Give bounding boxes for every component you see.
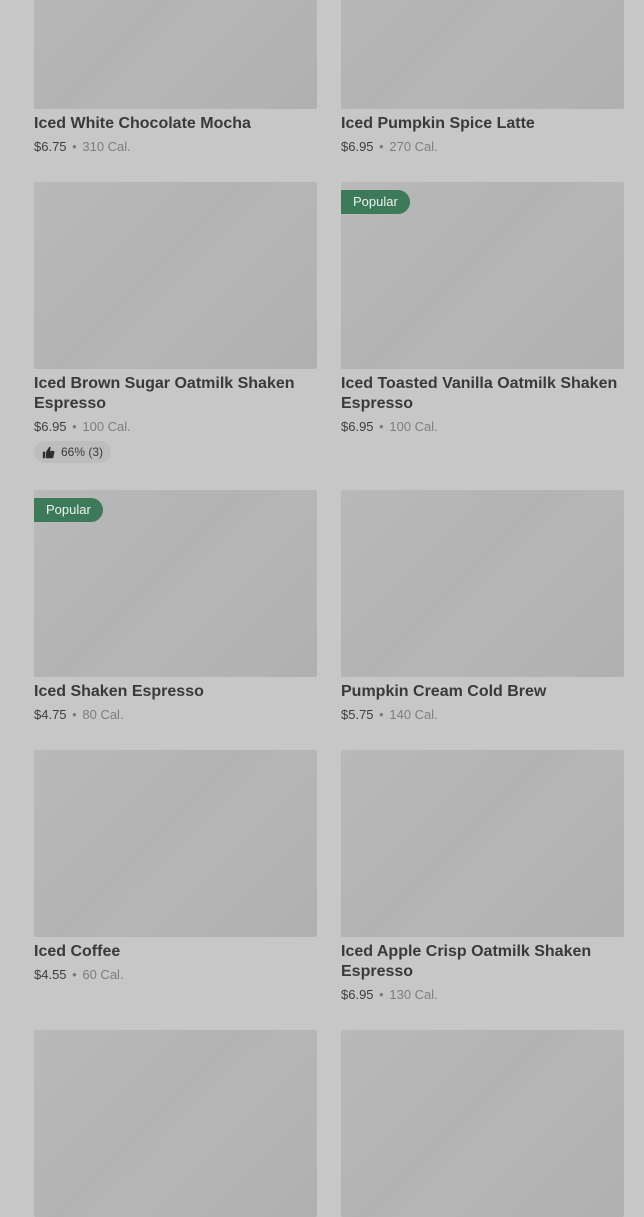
product-meta: $6.95 • 270 Cal.	[341, 138, 624, 155]
product-card[interactable]: Iced Apple Crisp Oatmilk Shaken Espresso…	[341, 750, 624, 1003]
product-price: $4.55	[34, 967, 67, 982]
separator-dot: •	[72, 419, 77, 434]
product-calories: 270 Cal.	[389, 139, 438, 154]
product-meta: $6.95 • 100 Cal.	[341, 418, 624, 435]
product-card[interactable]: Pumpkin Cream Cold Brew $5.75 • 140 Cal.	[341, 490, 624, 723]
product-image[interactable]	[341, 1030, 624, 1217]
product-image[interactable]	[341, 750, 624, 937]
thumbs-up-icon	[42, 446, 55, 459]
separator-dot: •	[379, 419, 384, 434]
product-card[interactable]: Popular Iced Toasted Vanilla Oatmilk Sha…	[341, 182, 624, 463]
separator-dot: •	[72, 707, 77, 722]
product-price: $6.95	[341, 987, 374, 1002]
product-price: $5.75	[341, 707, 374, 722]
product-card[interactable]: Iced White Chocolate Mocha $6.75 • 310 C…	[34, 0, 317, 155]
product-meta: $6.75 • 310 Cal.	[34, 138, 317, 155]
product-image[interactable]	[34, 750, 317, 937]
product-calories: 60 Cal.	[82, 967, 124, 982]
product-name[interactable]: Iced Apple Crisp Oatmilk Shaken Espresso	[341, 942, 624, 982]
product-image[interactable]: Popular	[341, 182, 624, 369]
product-image[interactable]: Popular	[34, 490, 317, 677]
product-calories: 80 Cal.	[82, 707, 124, 722]
product-meta: $6.95 • 130 Cal.	[341, 986, 624, 1003]
product-card[interactable]: Popular Iced Shaken Espresso $4.75 • 80 …	[34, 490, 317, 723]
product-image[interactable]	[341, 0, 624, 109]
separator-dot: •	[72, 967, 77, 982]
product-image[interactable]	[34, 182, 317, 369]
product-calories: 140 Cal.	[389, 707, 438, 722]
product-meta: $6.95 • 100 Cal.	[34, 418, 317, 435]
product-price: $6.95	[341, 139, 374, 154]
product-card[interactable]: Iced Brown Sugar Oatmilk Shaken Espresso…	[34, 182, 317, 463]
product-price: $4.75	[34, 707, 67, 722]
product-meta: $5.75 • 140 Cal.	[341, 706, 624, 723]
separator-dot: •	[72, 139, 77, 154]
product-meta: $4.75 • 80 Cal.	[34, 706, 317, 723]
product-card[interactable]	[341, 1030, 624, 1217]
product-name[interactable]: Iced Brown Sugar Oatmilk Shaken Espresso	[34, 374, 317, 414]
popular-badge: Popular	[34, 498, 103, 522]
product-calories: 310 Cal.	[82, 139, 131, 154]
product-name[interactable]: Pumpkin Cream Cold Brew	[341, 682, 624, 702]
separator-dot: •	[379, 987, 384, 1002]
product-image[interactable]	[34, 1030, 317, 1217]
rating-chip: 66% (3)	[34, 441, 112, 463]
product-card[interactable]: Iced Pumpkin Spice Latte $6.95 • 270 Cal…	[341, 0, 624, 155]
product-card[interactable]	[34, 1030, 317, 1217]
product-calories: 100 Cal.	[389, 419, 438, 434]
product-price: $6.75	[34, 139, 67, 154]
rating-value: 66% (3)	[61, 445, 104, 459]
product-price: $6.95	[34, 419, 67, 434]
product-meta: $4.55 • 60 Cal.	[34, 966, 317, 983]
separator-dot: •	[379, 139, 384, 154]
product-grid: Iced White Chocolate Mocha $6.75 • 310 C…	[34, 0, 624, 1217]
product-calories: 100 Cal.	[82, 419, 131, 434]
product-image[interactable]	[341, 490, 624, 677]
separator-dot: •	[379, 707, 384, 722]
product-card[interactable]: Iced Coffee $4.55 • 60 Cal.	[34, 750, 317, 1003]
product-name[interactable]: Iced White Chocolate Mocha	[34, 114, 317, 134]
product-image[interactable]	[34, 0, 317, 109]
product-name[interactable]: Iced Shaken Espresso	[34, 682, 317, 702]
popular-badge: Popular	[341, 190, 410, 214]
product-name[interactable]: Iced Pumpkin Spice Latte	[341, 114, 624, 134]
product-name[interactable]: Iced Toasted Vanilla Oatmilk Shaken Espr…	[341, 374, 624, 414]
product-price: $6.95	[341, 419, 374, 434]
product-calories: 130 Cal.	[389, 987, 438, 1002]
product-name[interactable]: Iced Coffee	[34, 942, 317, 962]
